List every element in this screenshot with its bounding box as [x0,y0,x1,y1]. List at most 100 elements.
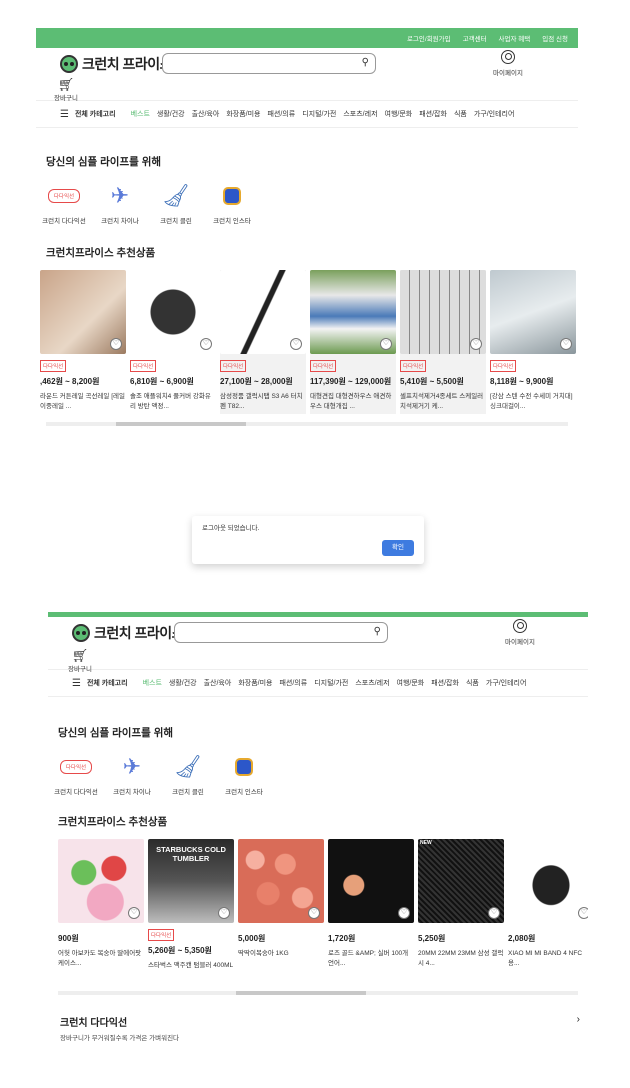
quick-link-china[interactable]: ✈ 크런치 차이나 [104,752,160,796]
heart-icon[interactable]: ♡ [200,338,212,350]
product-card[interactable]: ♡ 1,720원 로즈 골드 &AMP; 실버 100개 언어... [328,839,414,983]
category-best[interactable]: 베스트 [131,109,150,119]
category-item[interactable]: 식품 [466,678,479,688]
quick-link-dadaikseon[interactable]: 다다익선 크런치 다다익선 [36,181,92,225]
search-icon[interactable]: ⚲ [374,626,381,637]
category-item[interactable]: 디지털/가전 [302,109,336,119]
search-input[interactable]: ⚲ [174,622,388,643]
category-item[interactable]: 출산/육아 [192,109,220,119]
dialog-message: 로그아웃 되었습니다. [202,525,260,532]
product-image: ♡ [58,839,144,923]
product-card[interactable]: ♡ 2,080원 XIAO MI MI BAND 4 NFC 용... [508,839,588,983]
product-card[interactable]: ♡ 5,000원 딱딱이복숭아 1KG [238,839,324,983]
product-name: [강삼 스텐 수전 수세미 거치대]싱크대걸이... [490,393,573,410]
category-item[interactable]: 생활/건강 [157,109,185,119]
heart-icon[interactable]: ♡ [578,907,588,919]
product-card[interactable]: ♡ 다다익선 6,810원 ~ 6,900원 솔조 애플워치4 풀커버 강화유리… [130,270,216,414]
logo[interactable]: 크런치 프라이스 [72,623,185,643]
heart-icon[interactable]: ♡ [308,907,320,919]
cleaner-icon: 🧹︎ [174,754,202,779]
category-item[interactable]: 여행/문화 [385,109,413,119]
dadaikseon-section-header[interactable]: 크런치 다다익선 장바구니가 무거워질수록 가격은 가벼워진다 › [60,1014,580,1042]
quick-link-clean[interactable]: 🧹︎ 크런치 클린 [160,752,216,796]
quick-link-insta[interactable]: 크런치 인스타 [216,752,272,796]
all-categories-button[interactable]: ☰ 전체 카테고리 [72,678,128,689]
category-item[interactable]: 화장품/미용 [226,109,260,119]
menu-icon: ☰ [72,677,81,689]
carousel-scrollbar[interactable] [46,422,568,426]
user-icon [501,50,515,64]
quick-link-dadaikseon[interactable]: 다다익선 크런치 다다익선 [48,752,104,796]
product-image: ♡ [328,839,414,923]
category-item[interactable]: 디지털/가전 [314,678,348,688]
section-title: 당신의 심플 라이프를 위해 [58,727,174,739]
category-item[interactable]: 패션/의류 [279,678,307,688]
product-name: 라운드 커튼레일 곡선레일 [레일 이중레일 ... [40,393,125,410]
carousel-scrollbar[interactable] [58,991,578,995]
heart-icon[interactable]: ♡ [218,907,230,919]
heart-icon[interactable]: ♡ [290,338,302,350]
scrollbar-thumb[interactable] [116,422,246,426]
heart-icon[interactable]: ♡ [380,338,392,350]
product-name: 삼성정품 갤럭시탭 S3 A6 터치펜 T82... [220,393,303,410]
mypage-button[interactable]: 마이페이지 [500,619,540,646]
category-item[interactable]: 여행/문화 [397,678,425,688]
search-icon[interactable]: ⚲ [362,57,369,68]
ok-button[interactable]: 확인 [382,540,414,556]
product-card[interactable]: ♡ 900원 어헛 아보카도 복숭아 딸에어팟 케이스... [58,839,144,983]
category-item[interactable]: 패션/잡화 [431,678,459,688]
product-card[interactable]: ♡ 다다익선 117,390원 ~ 129,000원 대형견집 대형견하우스 애… [310,270,396,414]
product-price: ,462원 ~ 8,200원 [40,377,100,386]
product-card[interactable]: ♡ 다다익선 5,410원 ~ 5,500원 셀프치석제거4종세트 스케일러 치… [400,270,486,414]
product-price: 5,410원 ~ 5,500원 [400,377,464,386]
category-item[interactable]: 스포츠/레저 [343,109,377,119]
category-item[interactable]: 출산/육아 [204,678,232,688]
category-item[interactable]: 스포츠/레저 [355,678,389,688]
header: 크런치 프라이스 ⚲ 마이페이지 🛒︎ 장바구니 [36,48,578,103]
heart-icon[interactable]: ♡ [470,338,482,350]
category-item[interactable]: 생활/건강 [169,678,197,688]
product-card[interactable]: ♡ 다다익선 ,462원 ~ 8,200원 라운드 커튼레일 곡선레일 [레일 … [40,270,126,414]
product-card[interactable]: NEW ♡ 5,250원 20MM 22MM 23MM 삼성 갤럭시 4... [418,839,504,983]
product-card[interactable]: ♡ 다다익선 27,100원 ~ 28,000원 삼성정품 갤럭시탭 S3 A6… [220,270,306,414]
product-card[interactable]: ♡ 다다익선 8,118원 ~ 9,900원 [강삼 스텐 수전 수세미 거치대… [490,270,576,414]
product-image: ♡ [40,270,126,354]
cart-button[interactable]: 🛒︎ 장바구니 [54,78,78,103]
category-item[interactable]: 가구/인테리어 [474,109,515,119]
heart-icon[interactable]: ♡ [560,338,572,350]
product-card[interactable]: STARBUCKS COLD TUMBLER ♡ 다다익선 5,260원 ~ 5… [148,839,234,983]
heart-icon[interactable]: ♡ [488,907,500,919]
dadaikseon-tag: 다다익선 [148,929,175,941]
seller-apply-link[interactable]: 입점 신청 [542,33,568,43]
product-image: NEW ♡ [418,839,504,923]
mypage-button[interactable]: 마이페이지 [488,50,528,77]
category-best[interactable]: 베스트 [143,678,162,688]
airplane-icon: ✈ [110,183,130,208]
heart-icon[interactable]: ♡ [110,338,122,350]
product-name: XIAO MI MI BAND 4 NFC 용... [508,950,583,967]
business-benefit-link[interactable]: 사업자 혜택 [499,33,531,43]
section-title: 크런치프라이스 추천상품 [58,816,168,828]
category-item[interactable]: 식품 [454,109,467,119]
category-item[interactable]: 가구/인테리어 [486,678,527,688]
all-categories-button[interactable]: ☰ 전체 카테고리 [60,109,116,120]
heart-icon[interactable]: ♡ [398,907,410,919]
section-subtitle: 장바구니가 무거워질수록 가격은 가벼워진다 [60,1035,180,1042]
customer-center-link[interactable]: 고객센터 [463,33,487,43]
product-carousel: ♡ 900원 어헛 아보카도 복숭아 딸에어팟 케이스... STARBUCKS… [48,839,588,983]
scrollbar-thumb[interactable] [236,991,366,995]
chevron-right-icon[interactable]: › [577,1014,580,1025]
quick-link-clean[interactable]: 🧹︎ 크런치 클린 [148,181,204,225]
quick-link-china[interactable]: ✈ 크런치 차이나 [92,181,148,225]
cart-button[interactable]: 🛒︎ 장바구니 [68,649,92,674]
quick-link-insta[interactable]: 크런치 인스타 [204,181,260,225]
login-link[interactable]: 로그인/회원가입 [407,33,451,43]
category-item[interactable]: 패션/의류 [267,109,295,119]
heart-icon[interactable]: ♡ [128,907,140,919]
cleaner-icon: 🧹︎ [162,183,190,208]
user-icon [513,619,527,633]
category-item[interactable]: 패션/잡화 [419,109,447,119]
search-input[interactable]: ⚲ [162,53,376,74]
category-item[interactable]: 화장품/미용 [238,678,272,688]
logo[interactable]: 크런치 프라이스 [60,54,173,74]
